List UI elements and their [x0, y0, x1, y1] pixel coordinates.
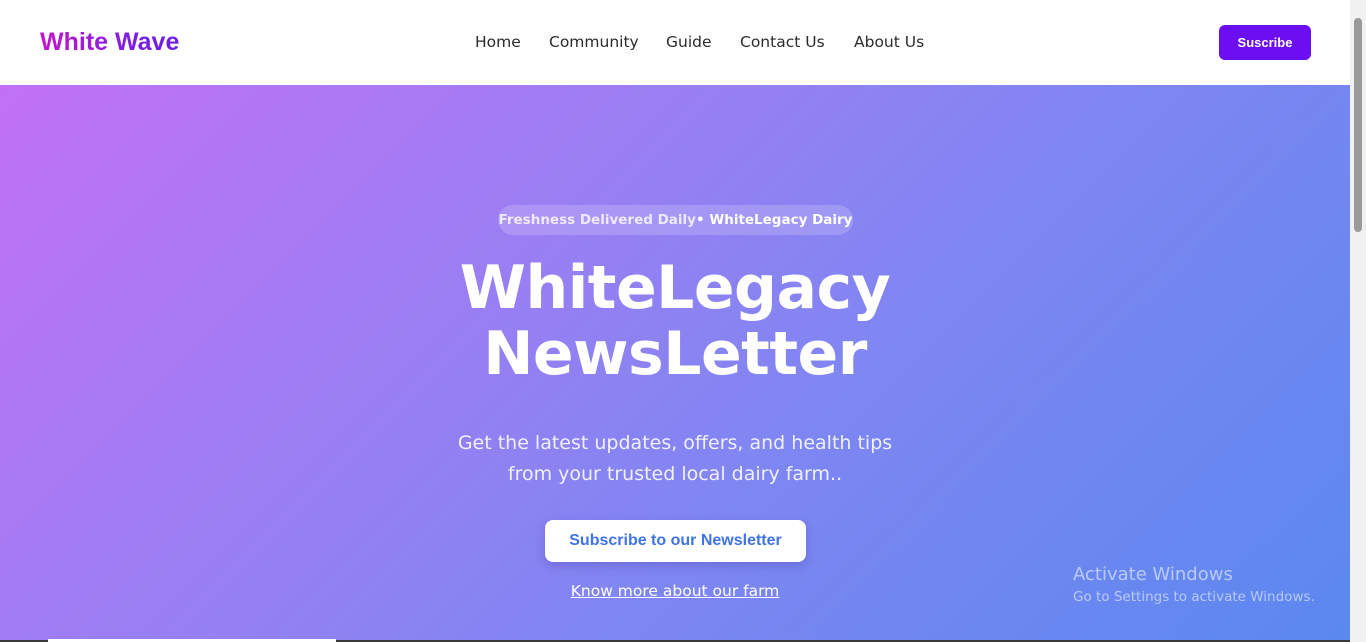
- tagline-pill: Freshness Delivered Daily• WhiteLegacy D…: [498, 205, 853, 235]
- know-more-link[interactable]: Know more about our farm: [475, 582, 875, 600]
- hero-section: Freshness Delivered Daily• WhiteLegacy D…: [0, 85, 1350, 642]
- nav-link-about-us[interactable]: About Us: [854, 33, 924, 51]
- subscribe-header-button[interactable]: Suscribe: [1219, 25, 1311, 60]
- brand-logo[interactable]: White Wave: [40, 28, 179, 57]
- nav-link-home[interactable]: Home: [475, 33, 521, 51]
- vertical-scrollbar[interactable]: [1350, 0, 1366, 642]
- top-navbar: White Wave Home Community Guide Contact …: [0, 0, 1350, 85]
- nav-link-community[interactable]: Community: [549, 33, 639, 51]
- activate-windows-watermark: Activate Windows Go to Settings to activ…: [1073, 563, 1315, 607]
- scrollbar-thumb[interactable]: [1354, 18, 1362, 232]
- subscribe-newsletter-button[interactable]: Subscribe to our Newsletter: [545, 520, 806, 562]
- hero-title: WhiteLegacy NewsLetter: [375, 255, 975, 387]
- hero-subtitle-line2: from your trusted local dairy farm..: [507, 463, 843, 485]
- hero-title-line2: NewsLetter: [483, 319, 867, 389]
- hero-subtitle-line1: Get the latest updates, offers, and heal…: [457, 432, 893, 454]
- watermark-title: Activate Windows: [1073, 564, 1233, 585]
- hero-subtitle: Get the latest updates, offers, and heal…: [425, 428, 925, 490]
- tagline-text: Freshness Delivered Daily: [498, 212, 696, 228]
- hero-title-line1: WhiteLegacy: [459, 253, 891, 323]
- nav-link-contact-us[interactable]: Contact Us: [740, 33, 825, 51]
- tagline-brand: • WhiteLegacy Dairy: [695, 212, 853, 228]
- nav-link-guide[interactable]: Guide: [666, 33, 712, 51]
- watermark-subtitle: Go to Settings to activate Windows.: [1073, 589, 1315, 605]
